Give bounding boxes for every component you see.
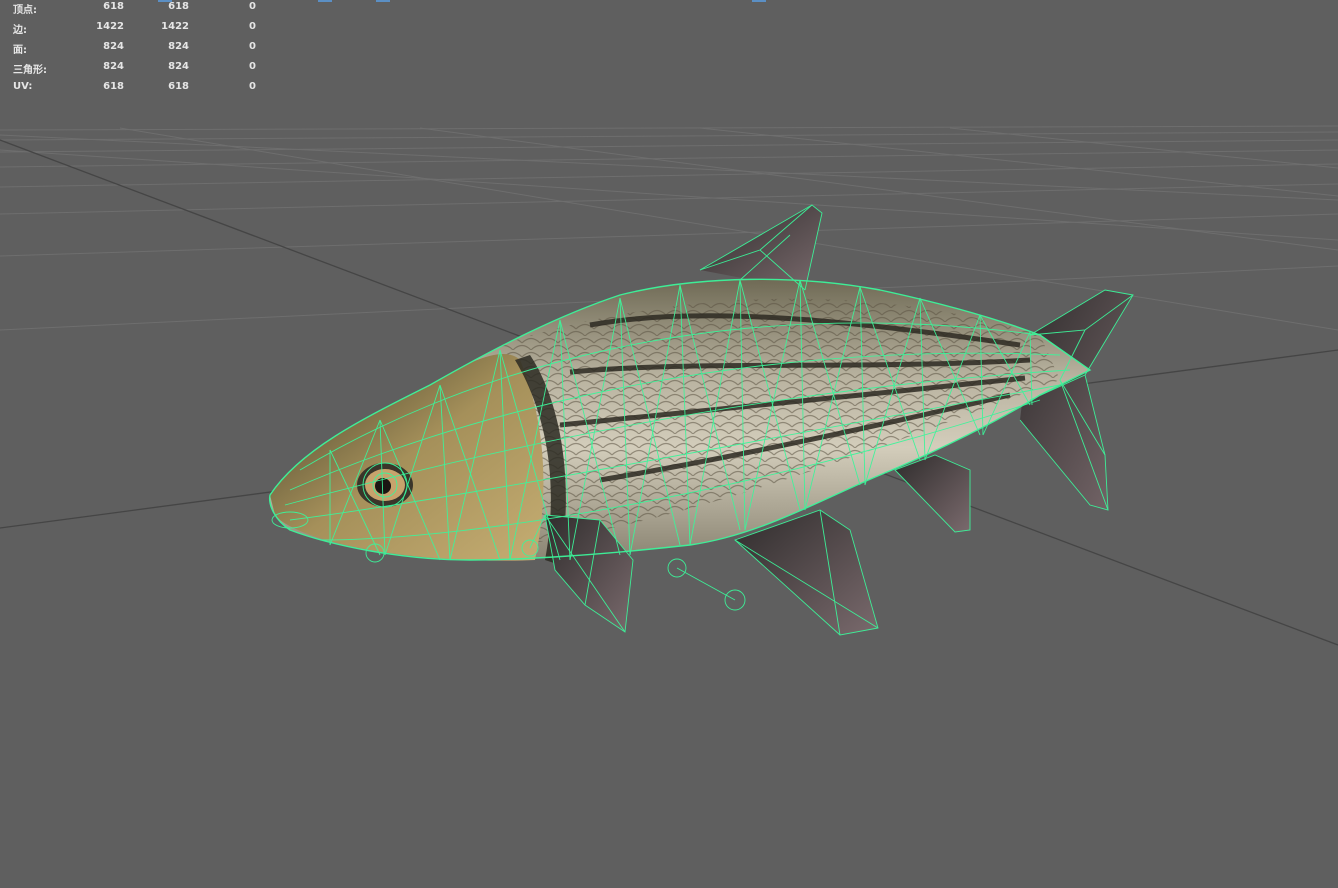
stat-row-vertices: 顶点: 618 618 0 — [0, 0, 270, 20]
stat-label: 面: — [13, 45, 27, 56]
stat-value: 618 — [103, 1, 124, 12]
stat-value: 0 — [249, 1, 256, 12]
dorsal-fin — [700, 205, 822, 290]
stat-value: 0 — [249, 41, 256, 52]
stat-value: 618 — [168, 81, 189, 92]
stat-row-uvs: UV: 618 618 0 — [0, 80, 270, 100]
fish-mesh-icon[interactable] — [268, 204, 1134, 636]
stat-label: 边: — [13, 25, 27, 36]
stat-value: 824 — [103, 41, 124, 52]
stat-value: 618 — [168, 1, 189, 12]
stat-row-edges: 边: 1422 1422 0 — [0, 20, 270, 40]
stat-row-faces: 面: 824 824 0 — [0, 40, 270, 60]
stat-value: 0 — [249, 61, 256, 72]
stat-value: 824 — [168, 61, 189, 72]
stat-label: 顶点: — [13, 5, 37, 16]
stat-value: 0 — [249, 81, 256, 92]
stat-label: UV: — [13, 81, 33, 92]
poly-count-hud: 顶点: 618 618 0 边: 1422 1422 0 面: 824 824 … — [0, 0, 270, 100]
anal-fin — [895, 455, 970, 532]
fish-eye — [357, 463, 413, 507]
stat-value: 0 — [249, 21, 256, 32]
stat-label: 三角形: — [13, 65, 47, 76]
stat-value: 824 — [168, 41, 189, 52]
stat-value: 1422 — [96, 21, 124, 32]
stat-value: 618 — [103, 81, 124, 92]
scene-canvas[interactable] — [0, 0, 1338, 888]
fish-head — [270, 354, 544, 561]
3d-viewport[interactable]: 顶点: 618 618 0 边: 1422 1422 0 面: 824 824 … — [0, 0, 1338, 888]
stat-value: 1422 — [161, 21, 189, 32]
stat-row-triangles: 三角形: 824 824 0 — [0, 60, 270, 80]
stat-value: 824 — [103, 61, 124, 72]
